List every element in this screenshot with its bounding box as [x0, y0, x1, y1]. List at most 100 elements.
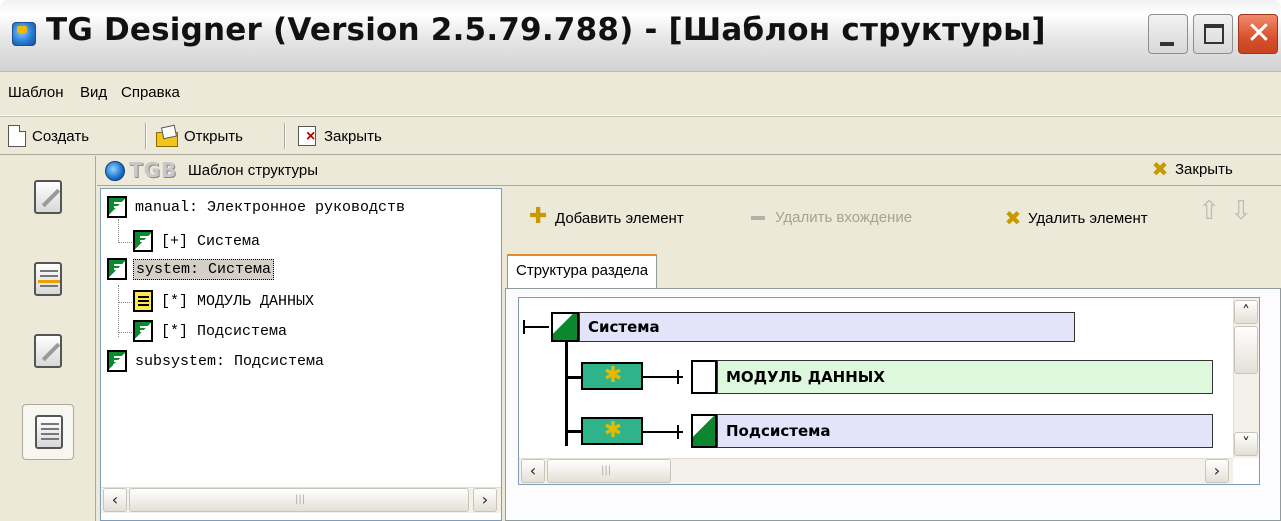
star-icon: ✱ [603, 363, 623, 388]
structure-child-node[interactable]: Подсистема [717, 414, 1213, 448]
green-doc-icon [133, 320, 153, 342]
structure-child-label: МОДУЛЬ ДАННЫХ [726, 368, 885, 386]
green-doc-icon [133, 230, 153, 252]
minus-icon [751, 215, 765, 220]
document-icon [691, 360, 717, 394]
structure-child-label: Подсистема [726, 422, 831, 440]
star-icon: ✱ [603, 418, 623, 443]
green-doc-icon [551, 312, 579, 342]
new-document-icon [8, 125, 26, 147]
move-up-button[interactable]: ⇧ [1197, 196, 1221, 226]
green-doc-icon [691, 414, 717, 448]
panel-close-button[interactable]: ✖ Закрыть [1151, 157, 1233, 181]
tree-item[interactable]: [*] МОДУЛЬ ДАННЫХ [133, 287, 316, 315]
menu-view[interactable]: Вид [80, 84, 107, 101]
list-document-icon [34, 262, 62, 296]
open-button[interactable]: Открыть [156, 123, 243, 149]
edit-document-icon [34, 180, 62, 214]
delete-element-label: Удалить элемент [1028, 209, 1148, 227]
scroll-left-button[interactable]: ‹ [521, 459, 545, 483]
edit-document-icon [34, 334, 62, 368]
app-icon[interactable] [12, 22, 36, 46]
structure-child-node[interactable]: МОДУЛЬ ДАННЫХ [717, 360, 1213, 394]
tree-item[interactable]: [*] Подсистема [133, 317, 289, 345]
scroll-grip-icon: ||| [601, 465, 612, 476]
occurrence-marker[interactable]: ✱ [581, 417, 643, 445]
delete-x-icon: ✖ [1004, 206, 1022, 230]
green-doc-icon [107, 258, 127, 280]
structure-root-label: Система [588, 318, 660, 336]
arrow-up-icon: ⇧ [1198, 196, 1220, 226]
tgb-logo-text: TGB [129, 158, 178, 182]
remove-entry-button[interactable]: Удалить вхождение [751, 209, 912, 226]
structure-tree[interactable]: manual: Электронное руководств [+] Систе… [100, 188, 502, 521]
scroll-left-button[interactable]: ‹ [103, 488, 127, 512]
occurrence-marker[interactable]: ✱ [581, 362, 643, 390]
structure-document-icon [35, 415, 63, 449]
create-button[interactable]: Создать [8, 123, 89, 149]
scroll-right-button[interactable]: › [473, 488, 497, 512]
close-x-icon: ✖ [1151, 157, 1169, 181]
minimize-button[interactable] [1148, 14, 1188, 54]
scroll-grip-icon: ||| [295, 494, 306, 505]
menu-help[interactable]: Справка [121, 84, 180, 101]
tree-item-label: manual: Электронное руководств [135, 198, 406, 216]
panel-title: Шаблон структуры [188, 162, 318, 179]
tab-section-structure[interactable]: Структура раздела [507, 254, 658, 288]
tree-item-label: subsystem: Подсистема [135, 352, 325, 370]
maximize-button[interactable] [1193, 14, 1233, 54]
open-folder-icon [156, 126, 178, 147]
app-window: TG Designer (Version 2.5.79.788) - [Шабл… [0, 0, 1281, 521]
tree-item-label: [*] МОДУЛЬ ДАННЫХ [161, 292, 315, 310]
canvas-vertical-scrollbar[interactable]: ˄ ˅ [1233, 298, 1259, 458]
strip-button-edit[interactable] [22, 170, 74, 226]
tree-item-label: system: Система [133, 258, 275, 280]
tree-item[interactable]: manual: Электронное руководств [107, 193, 407, 221]
tree-item[interactable]: [+] Система [133, 227, 262, 255]
add-element-label: Добавить элемент [555, 209, 684, 227]
green-doc-icon [107, 350, 127, 372]
toolbar-separator [284, 123, 286, 149]
remove-entry-label: Удалить вхождение [775, 209, 913, 226]
add-icon: ✚ [529, 204, 548, 229]
close-document-icon [296, 126, 318, 146]
open-label: Открыть [184, 127, 243, 145]
close-icon: ✕ [1246, 16, 1272, 51]
minimize-icon [1160, 42, 1174, 46]
menu-bar: Шаблон Вид Справка [0, 72, 1281, 116]
strip-button-edit-2[interactable] [22, 324, 74, 380]
title-bar[interactable]: TG Designer (Version 2.5.79.788) - [Шабл… [0, 0, 1281, 72]
close-document-button[interactable]: Закрыть [296, 123, 382, 149]
arrow-down-icon: ⇩ [1230, 196, 1252, 226]
strip-button-structure[interactable] [22, 404, 74, 460]
close-window-button[interactable]: ✕ [1238, 14, 1278, 54]
move-down-button[interactable]: ⇩ [1229, 196, 1253, 226]
tree-item[interactable]: subsystem: Подсистема [107, 347, 326, 375]
main-toolbar: Создать Открыть Закрыть [0, 117, 1281, 155]
element-panel: ✚ Добавить элемент Удалить вхождение ✖ У… [505, 188, 1281, 521]
structure-root-node[interactable]: Система [579, 312, 1075, 342]
tree-item-selected[interactable]: system: Система [107, 255, 275, 283]
create-label: Создать [32, 127, 90, 145]
scroll-thumb[interactable] [1234, 326, 1258, 374]
add-element-button[interactable]: ✚ Добавить элемент [529, 204, 684, 229]
element-toolbar: ✚ Добавить элемент Удалить вхождение ✖ У… [505, 188, 1281, 252]
tree-horizontal-scrollbar[interactable]: ‹ ||| › [101, 487, 501, 513]
menu-template[interactable]: Шаблон [8, 84, 64, 101]
left-tool-strip [0, 156, 96, 521]
scroll-down-button[interactable]: ˅ [1234, 432, 1258, 456]
maximize-icon [1204, 24, 1224, 44]
canvas-horizontal-scrollbar[interactable]: ‹ ||| › [519, 458, 1233, 484]
window-title: TG Designer (Version 2.5.79.788) - [Шабл… [46, 12, 1046, 48]
strip-button-list[interactable] [22, 252, 74, 308]
green-doc-icon [107, 196, 127, 218]
scroll-up-button[interactable]: ˄ [1234, 300, 1258, 324]
tab-content: Система ✱ МОДУЛЬ ДАННЫХ ✱ Подсистема ˄ ˅… [505, 288, 1281, 521]
close-label: Закрыть [324, 127, 382, 145]
scroll-right-button[interactable]: › [1205, 459, 1229, 483]
structure-canvas[interactable]: Система ✱ МОДУЛЬ ДАННЫХ ✱ Подсистема ˄ ˅… [518, 297, 1260, 485]
toolbar-separator [145, 123, 147, 149]
tgb-logo-icon [105, 161, 125, 181]
tree-item-label: [*] Подсистема [161, 322, 288, 340]
delete-element-button[interactable]: ✖ Удалить элемент [1004, 206, 1148, 230]
